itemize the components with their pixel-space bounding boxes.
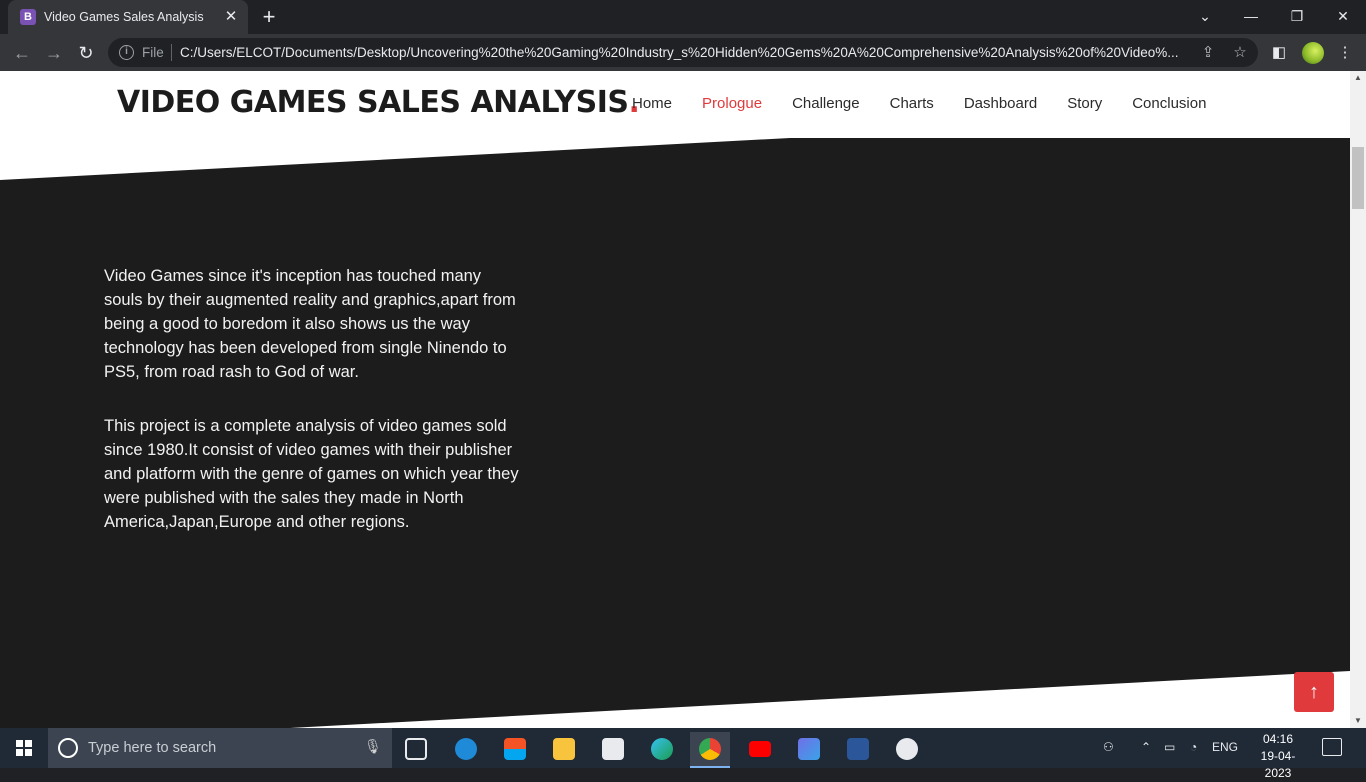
url-text[interactable]: C:/Users/ELCOT/Documents/Desktop/Uncover…	[180, 45, 1190, 60]
file-explorer-icon[interactable]	[544, 732, 584, 768]
browser-tab[interactable]: B Video Games Sales Analysis ✕	[8, 0, 248, 34]
arrow-up-icon: ↑	[1309, 681, 1319, 703]
show-hidden-icons-chevron-icon[interactable]: ⌃	[1141, 740, 1151, 754]
page-scrollbar[interactable]: ▲ ▼	[1350, 71, 1366, 728]
search-placeholder: Type here to search	[88, 740, 217, 756]
copilot-icon[interactable]	[789, 732, 829, 768]
profile-avatar[interactable]	[1302, 42, 1324, 64]
prologue-paragraph-2: This project is a complete analysis of v…	[104, 417, 519, 531]
notification-center-icon[interactable]	[1322, 738, 1342, 756]
windows-taskbar: Type here to search 🎙 ⚇ ⌃ ▭ ◔ ENG 04:16 …	[0, 728, 1366, 780]
scroll-to-top-button[interactable]: ↑	[1294, 672, 1334, 712]
bootstrap-favicon-icon: B	[20, 9, 36, 25]
photos-icon[interactable]	[887, 732, 927, 768]
store-icon[interactable]	[495, 732, 535, 768]
slanted-section-top-edge	[0, 138, 790, 180]
reload-icon[interactable]: ↻	[74, 41, 98, 65]
minimize-icon[interactable]: —	[1237, 4, 1265, 28]
browser-tab-strip: B Video Games Sales Analysis ✕ + ⌄ — ❐ ✕	[0, 0, 1366, 34]
forward-arrow-icon[interactable]: →	[42, 41, 66, 65]
site-info-icon[interactable]: i	[119, 45, 134, 60]
clock-date: 19-04-2023	[1260, 749, 1296, 780]
logo-text: VIDEO GAMES SALES ANALYSIS	[117, 85, 629, 120]
nav-challenge[interactable]: Challenge	[792, 95, 860, 112]
main-nav: Home Prologue Challenge Charts Dashboard…	[632, 95, 1236, 112]
scroll-up-arrow-icon[interactable]: ▲	[1350, 71, 1366, 85]
scroll-thumb[interactable]	[1352, 147, 1364, 209]
people-icon[interactable]: ⚇	[1103, 740, 1114, 754]
wifi-icon[interactable]: ◔	[1190, 740, 1197, 754]
cortana-circle-icon	[58, 738, 78, 758]
camera-icon[interactable]	[593, 732, 633, 768]
tab-title: Video Games Sales Analysis	[44, 10, 204, 24]
new-tab-plus-icon[interactable]: +	[258, 6, 280, 28]
taskbar-search-box[interactable]: Type here to search 🎙	[48, 728, 392, 768]
clock-time: 04:16	[1262, 732, 1294, 746]
language-indicator[interactable]: ENG	[1212, 740, 1238, 754]
tab-search-chevron-icon[interactable]: ⌄	[1191, 4, 1219, 28]
address-bar[interactable]: i File C:/Users/ELCOT/Documents/Desktop/…	[108, 38, 1258, 67]
bookmark-star-icon[interactable]: ☆	[1230, 43, 1250, 63]
battery-icon[interactable]: ▭	[1164, 740, 1175, 754]
site-header: VIDEO GAMES SALES ANALYSIS. Home Prologu…	[0, 71, 1350, 138]
prologue-paragraph-1: Video Games since it's inception has tou…	[104, 267, 516, 381]
share-icon[interactable]: ⇪	[1198, 43, 1218, 63]
nav-prologue[interactable]: Prologue	[702, 95, 762, 112]
start-button[interactable]	[0, 728, 48, 768]
windows-logo-icon	[16, 740, 32, 756]
edge-icon[interactable]	[642, 732, 682, 768]
tab-close-icon[interactable]: ✕	[222, 8, 240, 26]
nav-story[interactable]: Story	[1067, 95, 1102, 112]
nav-conclusion[interactable]: Conclusion	[1132, 95, 1206, 112]
nav-charts[interactable]: Charts	[890, 95, 934, 112]
side-panel-icon[interactable]: ◧	[1268, 42, 1290, 64]
nav-dashboard[interactable]: Dashboard	[964, 95, 1037, 112]
close-window-icon[interactable]: ✕	[1329, 4, 1357, 28]
youtube-icon[interactable]	[740, 732, 780, 768]
browser-toolbar: ← → ↻ i File C:/Users/ELCOT/Documents/De…	[0, 34, 1366, 71]
omnibox-divider	[171, 44, 172, 61]
scroll-down-arrow-icon[interactable]: ▼	[1350, 714, 1366, 728]
task-view-icon[interactable]	[396, 732, 436, 768]
edge-legacy-icon[interactable]	[446, 732, 486, 768]
menu-kebab-icon[interactable]: ⋮	[1334, 42, 1356, 64]
page-viewport: VIDEO GAMES SALES ANALYSIS. Home Prologu…	[0, 71, 1350, 728]
restore-icon[interactable]: ❐	[1283, 4, 1311, 28]
word-icon[interactable]	[838, 732, 878, 768]
nav-home[interactable]: Home	[632, 95, 672, 112]
slanted-section-bottom-edge	[290, 671, 1350, 728]
system-clock[interactable]: 04:16 19-04-2023	[1248, 731, 1308, 782]
prologue-content: Video Games since it's inception has tou…	[104, 264, 524, 564]
file-scheme-label: File	[142, 45, 164, 60]
site-logo[interactable]: VIDEO GAMES SALES ANALYSIS.	[117, 85, 640, 120]
chrome-icon[interactable]	[690, 732, 730, 768]
microphone-icon[interactable]: 🎙	[364, 738, 382, 758]
back-arrow-icon[interactable]: ←	[10, 41, 34, 65]
